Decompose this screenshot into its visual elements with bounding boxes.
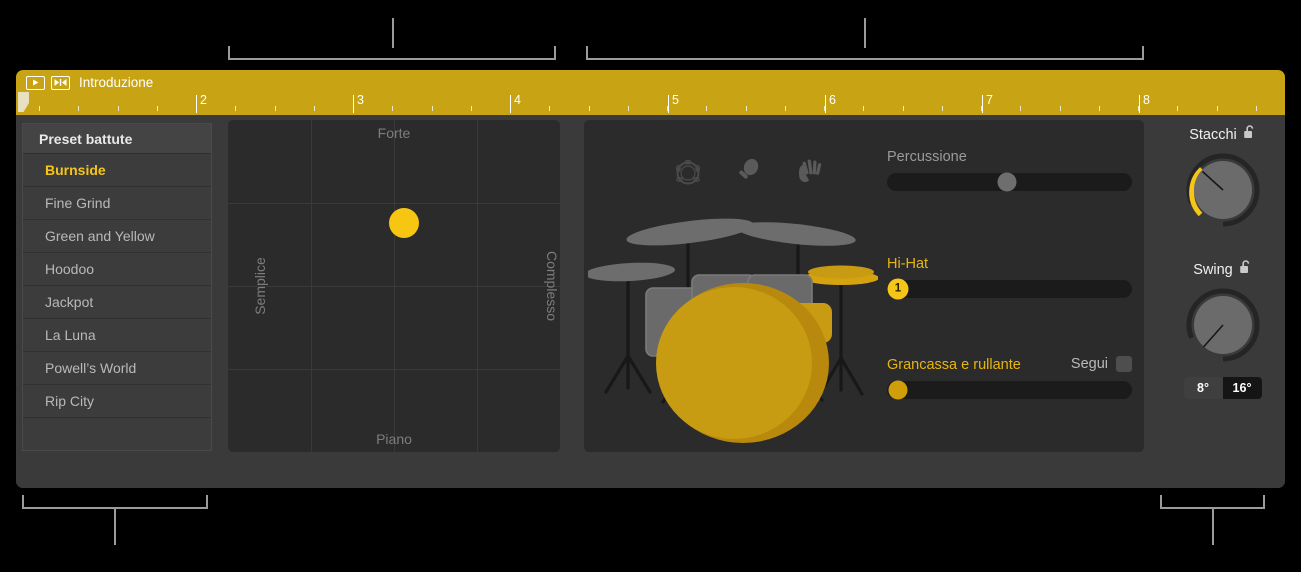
preset-item[interactable]: Burnside bbox=[23, 154, 211, 187]
bar-tick bbox=[825, 95, 826, 113]
beat-tick bbox=[1099, 106, 1100, 111]
bar-tick bbox=[1139, 95, 1140, 113]
xy-label-top: Forte bbox=[377, 125, 411, 141]
slider-group-percussione: Percussione bbox=[887, 148, 1132, 192]
segui-control[interactable]: Segui bbox=[1071, 356, 1132, 372]
preset-items-container: Burnside Fine Grind Green and Yellow Hoodoo… bbox=[23, 154, 211, 418]
preset-item-empty bbox=[23, 418, 211, 450]
slider-group-hihat: Hi-Hat 1 bbox=[887, 255, 1132, 300]
clip-header: Introduzione bbox=[16, 70, 153, 95]
preset-item[interactable]: Green and Yellow bbox=[23, 220, 211, 253]
slider-track-hihat[interactable]: 1 bbox=[887, 278, 1132, 300]
timeline-ruler[interactable]: Introduzione 2 3 4 5 6 7 8 bbox=[16, 70, 1285, 115]
beat-tick bbox=[235, 106, 236, 111]
beat-tick bbox=[432, 106, 433, 111]
slider-label-kick-snare: Grancassa e rullante bbox=[887, 357, 1021, 373]
preset-list[interactable]: Preset battute Burnside Fine Grind Green a… bbox=[22, 123, 212, 451]
segui-checkbox[interactable] bbox=[1116, 356, 1132, 372]
swing-label-row: Swing bbox=[1160, 260, 1285, 279]
bar-tick bbox=[510, 95, 511, 113]
preset-item[interactable]: Hoodoo bbox=[23, 253, 211, 286]
plugin-body: Preset battute Burnside Fine Grind Green a… bbox=[16, 115, 1285, 488]
stacchi-label-row: Stacchi bbox=[1160, 125, 1285, 144]
slider-label-hihat: Hi-Hat bbox=[887, 256, 929, 272]
preset-item[interactable]: Powell’s World bbox=[23, 352, 211, 385]
bar-tick bbox=[982, 95, 983, 113]
grid-line bbox=[228, 369, 560, 370]
beat-tick bbox=[275, 106, 276, 111]
grid-line bbox=[228, 203, 560, 204]
knob-column: Stacchi Swing 8° 16° bbox=[1160, 115, 1285, 488]
xy-puck-handle[interactable] bbox=[388, 207, 419, 238]
beat-tick bbox=[314, 106, 315, 111]
preset-list-header: Preset battute bbox=[23, 124, 211, 154]
stacchi-label: Stacchi bbox=[1189, 126, 1237, 143]
beat-tick bbox=[549, 106, 550, 111]
beat-tick bbox=[78, 106, 79, 111]
ruler-ticks[interactable]: 2 3 4 5 6 7 8 bbox=[16, 93, 1285, 115]
bar-number: 2 bbox=[200, 93, 207, 107]
unlocked-padlock-icon[interactable] bbox=[1239, 260, 1252, 279]
play-icon[interactable] bbox=[26, 75, 45, 90]
grid-line bbox=[228, 286, 560, 287]
swing-option-8[interactable]: 8° bbox=[1184, 377, 1223, 399]
drum-kit-illustration[interactable] bbox=[585, 120, 879, 452]
preset-item[interactable]: Fine Grind bbox=[23, 187, 211, 220]
bar-number: 6 bbox=[829, 93, 836, 107]
beat-tick bbox=[39, 106, 40, 111]
bar-tick bbox=[668, 95, 669, 113]
preset-item[interactable]: Jackpot bbox=[23, 286, 211, 319]
xy-label-bottom: Piano bbox=[376, 431, 412, 447]
loop-range-icon[interactable] bbox=[51, 75, 70, 90]
beat-tick bbox=[746, 106, 747, 111]
drum-kit-panel: Percussione Hi-Hat 1 Grancassa e rullant… bbox=[584, 120, 1144, 452]
xy-label-right: Complesso bbox=[543, 250, 560, 322]
xy-label-left: Semplice bbox=[251, 257, 268, 315]
beat-tick bbox=[1217, 106, 1218, 111]
slider-thumb-kick-snare[interactable] bbox=[888, 380, 908, 400]
beat-tick bbox=[903, 106, 904, 111]
swing-knob[interactable] bbox=[1185, 287, 1261, 363]
bar-number: 7 bbox=[986, 93, 993, 107]
segui-label: Segui bbox=[1070, 356, 1108, 372]
swing-resolution-toggle[interactable]: 8° 16° bbox=[1183, 377, 1262, 399]
slider-label-percussione: Percussione bbox=[887, 149, 967, 165]
beat-tick bbox=[1256, 106, 1257, 111]
beat-tick bbox=[471, 106, 472, 111]
bar-number: 8 bbox=[1143, 93, 1150, 107]
beat-tick bbox=[589, 106, 590, 111]
slider-track-percussione[interactable] bbox=[887, 172, 1132, 192]
bar-number: 4 bbox=[514, 93, 521, 107]
beat-tick bbox=[118, 106, 119, 111]
slider-track-kick-snare[interactable] bbox=[887, 380, 1132, 400]
beat-tick bbox=[392, 106, 393, 111]
beat-tick bbox=[157, 106, 158, 111]
bar-number: 3 bbox=[357, 93, 364, 107]
swing-label: Swing bbox=[1193, 261, 1233, 278]
preset-item[interactable]: Rip City bbox=[23, 385, 211, 418]
beat-tick bbox=[785, 106, 786, 111]
bar-tick bbox=[196, 95, 197, 113]
slider-column: Percussione Hi-Hat 1 Grancassa e rullant… bbox=[887, 120, 1137, 452]
stacchi-knob[interactable] bbox=[1185, 152, 1261, 228]
clip-title: Introduzione bbox=[79, 75, 154, 90]
xy-performance-pad[interactable]: Forte Piano Semplice Complesso bbox=[228, 120, 560, 452]
beat-tick bbox=[942, 106, 943, 111]
preset-item[interactable]: La Luna bbox=[23, 319, 211, 352]
beat-tick bbox=[628, 106, 629, 111]
beat-tick bbox=[706, 106, 707, 111]
beat-tick bbox=[863, 106, 864, 111]
slider-thumb-percussione[interactable] bbox=[997, 172, 1017, 192]
slider-thumb-hihat[interactable]: 1 bbox=[887, 278, 909, 300]
unlocked-padlock-icon[interactable] bbox=[1243, 125, 1256, 144]
beat-tick bbox=[1020, 106, 1021, 111]
drummer-plugin-window: Introduzione 2 3 4 5 6 7 8 Preset battute Burn… bbox=[16, 70, 1285, 488]
bar-number: 5 bbox=[672, 93, 679, 107]
beat-tick bbox=[1060, 106, 1061, 111]
swing-option-16[interactable]: 16° bbox=[1222, 377, 1262, 399]
bar-tick bbox=[353, 95, 354, 113]
beat-tick bbox=[1177, 106, 1178, 111]
slider-group-kick-snare: Grancassa e rullante Segui bbox=[887, 356, 1132, 400]
